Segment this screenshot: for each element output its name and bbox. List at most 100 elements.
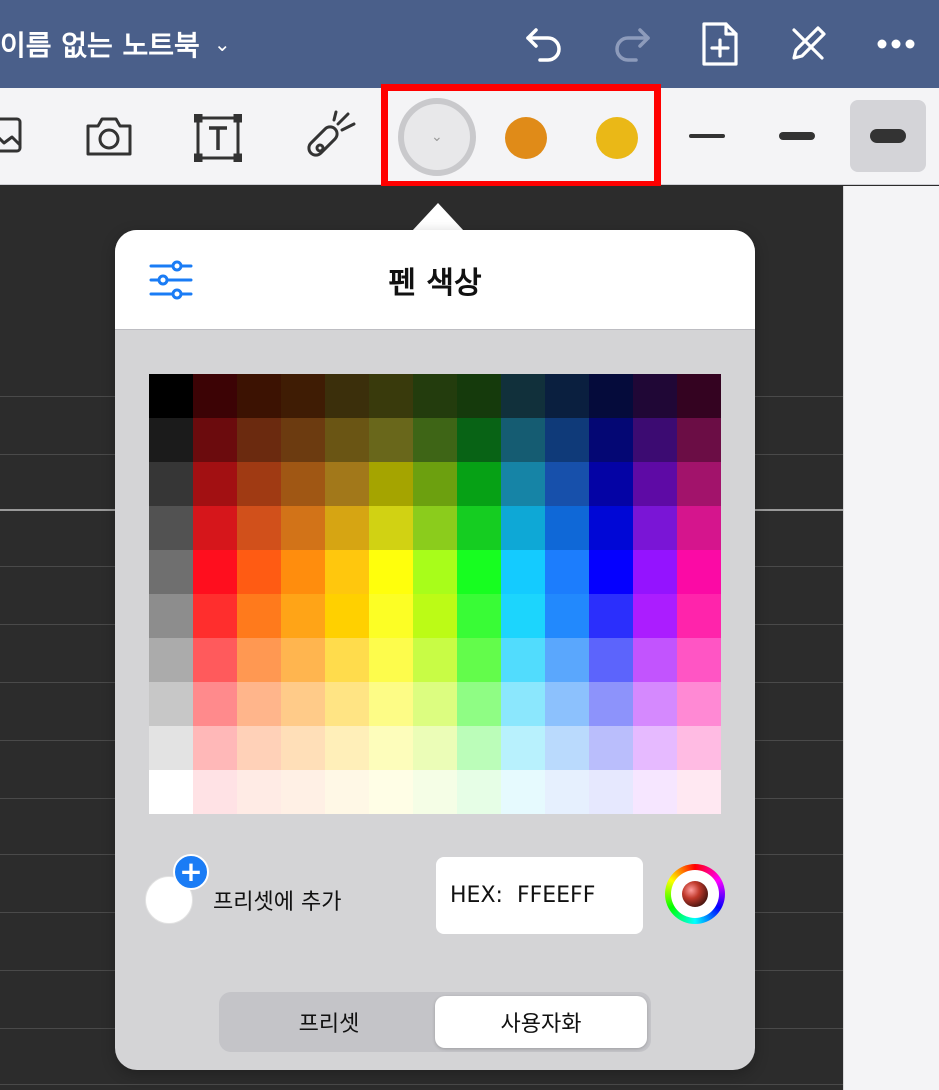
stroke-thick-button[interactable] [850,100,926,172]
palette-color-cell[interactable] [545,770,589,814]
palette-color-cell[interactable] [149,682,193,726]
more-icon[interactable] [872,20,920,68]
palette-color-cell[interactable] [545,374,589,418]
palette-color-cell[interactable] [193,418,237,462]
palette-color-cell[interactable] [325,418,369,462]
palette-color-cell[interactable] [193,638,237,682]
palette-color-cell[interactable] [633,594,677,638]
palette-color-cell[interactable] [237,770,281,814]
palette-color-cell[interactable] [281,594,325,638]
palette-color-cell[interactable] [325,374,369,418]
palette-color-cell[interactable] [545,682,589,726]
palette-color-cell[interactable] [369,726,413,770]
stroke-thin-button[interactable] [668,100,746,172]
palette-color-cell[interactable] [149,418,193,462]
sliders-icon[interactable] [149,260,193,300]
palette-color-cell[interactable] [369,638,413,682]
palette-color-cell[interactable] [589,638,633,682]
palette-color-cell[interactable] [501,726,545,770]
palette-color-cell[interactable] [369,418,413,462]
palette-color-cell[interactable] [369,770,413,814]
palette-color-cell[interactable] [369,506,413,550]
palette-color-cell[interactable] [149,638,193,682]
palette-color-cell[interactable] [281,726,325,770]
palette-color-cell[interactable] [193,770,237,814]
palette-color-cell[interactable] [413,374,457,418]
palette-color-cell[interactable] [589,726,633,770]
palette-color-cell[interactable] [545,594,589,638]
palette-color-cell[interactable] [281,462,325,506]
palette-color-cell[interactable] [545,506,589,550]
palette-color-cell[interactable] [149,550,193,594]
palette-color-cell[interactable] [633,462,677,506]
palette-color-cell[interactable] [325,682,369,726]
palette-color-cell[interactable] [501,638,545,682]
hex-input[interactable]: HEX: FFEEFF [436,857,643,934]
stroke-medium-button[interactable] [758,100,836,172]
palette-color-cell[interactable] [237,638,281,682]
palette-color-cell[interactable] [149,770,193,814]
image-icon[interactable] [0,110,24,160]
palette-color-cell[interactable] [325,726,369,770]
camera-icon[interactable] [84,112,134,160]
palette-color-cell[interactable] [413,418,457,462]
palette-color-cell[interactable] [369,682,413,726]
palette-color-cell[interactable] [193,726,237,770]
palette-color-cell[interactable] [633,418,677,462]
palette-color-cell[interactable] [589,594,633,638]
palette-color-cell[interactable] [501,418,545,462]
palette-color-cell[interactable] [633,638,677,682]
redo-icon[interactable] [608,20,656,68]
palette-color-cell[interactable] [633,682,677,726]
palette-color-cell[interactable] [193,374,237,418]
palette-color-cell[interactable] [193,462,237,506]
palette-color-cell[interactable] [501,550,545,594]
palette-color-cell[interactable] [633,506,677,550]
palette-color-cell[interactable] [677,374,721,418]
palette-color-cell[interactable] [457,462,501,506]
palette-color-cell[interactable] [677,462,721,506]
palette-color-cell[interactable] [325,506,369,550]
undo-icon[interactable] [520,20,568,68]
palette-color-cell[interactable] [501,770,545,814]
palette-color-cell[interactable] [677,506,721,550]
palette-color-cell[interactable] [633,374,677,418]
palette-color-cell[interactable] [501,506,545,550]
palette-color-cell[interactable] [589,770,633,814]
color-wheel-icon[interactable] [665,864,725,924]
palette-color-cell[interactable] [589,374,633,418]
selected-color-swatch[interactable]: ⌄ [398,98,476,176]
palette-color-cell[interactable] [149,506,193,550]
palette-color-cell[interactable] [237,550,281,594]
palette-color-cell[interactable] [457,418,501,462]
palette-color-cell[interactable] [281,638,325,682]
palette-color-cell[interactable] [413,726,457,770]
palette-color-cell[interactable] [633,726,677,770]
palette-color-cell[interactable] [413,462,457,506]
palette-color-cell[interactable] [677,594,721,638]
palette-color-cell[interactable] [325,594,369,638]
orange-color-swatch[interactable] [505,117,547,159]
palette-color-cell[interactable] [545,638,589,682]
palette-color-cell[interactable] [457,638,501,682]
palette-color-cell[interactable] [281,550,325,594]
palette-color-cell[interactable] [281,506,325,550]
palette-color-cell[interactable] [457,770,501,814]
pen-off-icon[interactable] [784,20,832,68]
palette-color-cell[interactable] [457,726,501,770]
palette-color-cell[interactable] [677,726,721,770]
palette-color-cell[interactable] [237,682,281,726]
palette-color-cell[interactable] [413,770,457,814]
palette-color-cell[interactable] [633,770,677,814]
palette-color-cell[interactable] [413,682,457,726]
palette-color-cell[interactable] [325,462,369,506]
palette-color-cell[interactable] [545,726,589,770]
palette-color-cell[interactable] [677,770,721,814]
add-to-preset-button[interactable]: + 프리셋에 추가 [145,854,405,924]
palette-color-cell[interactable] [677,682,721,726]
palette-color-cell[interactable] [325,638,369,682]
palette-color-cell[interactable] [413,594,457,638]
palette-color-cell[interactable] [501,374,545,418]
palette-color-cell[interactable] [149,726,193,770]
palette-color-cell[interactable] [193,594,237,638]
